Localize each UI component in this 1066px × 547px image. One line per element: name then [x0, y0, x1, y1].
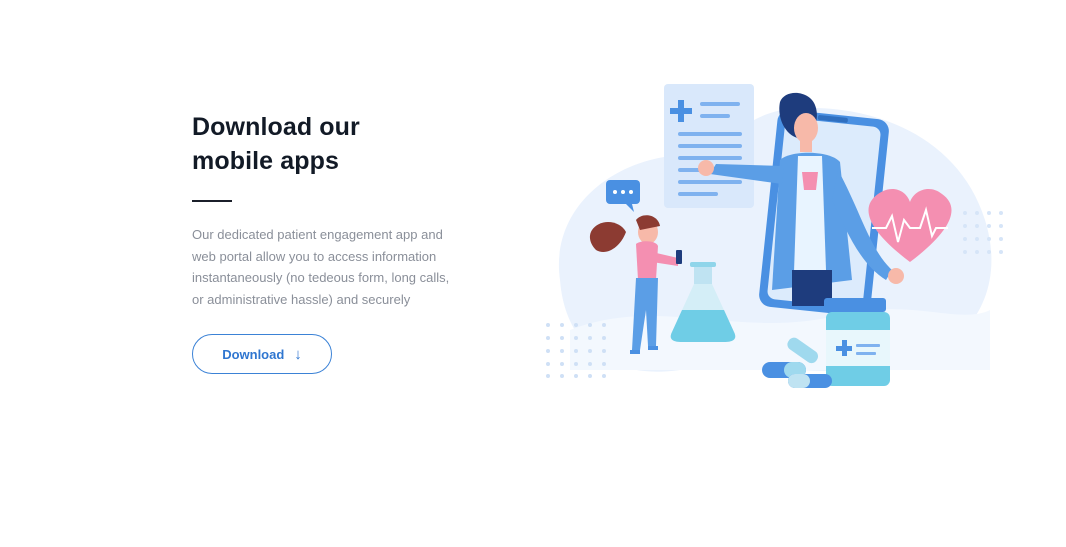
app-promo-content: Download our mobile apps Our dedicated p… — [192, 110, 472, 310]
arrow-down-icon: ↓ — [294, 345, 302, 363]
medicine-bottle-icon — [824, 298, 890, 386]
download-button[interactable]: Download ↓ — [192, 334, 332, 374]
section-description: Our dedicated patient engagement app and… — [192, 227, 450, 307]
telehealth-illustration — [546, 84, 1003, 388]
section-heading: Download our mobile apps — [192, 113, 360, 175]
download-button-label: Download — [222, 346, 285, 362]
heading-divider — [192, 200, 232, 202]
medical-report-icon — [664, 84, 754, 208]
